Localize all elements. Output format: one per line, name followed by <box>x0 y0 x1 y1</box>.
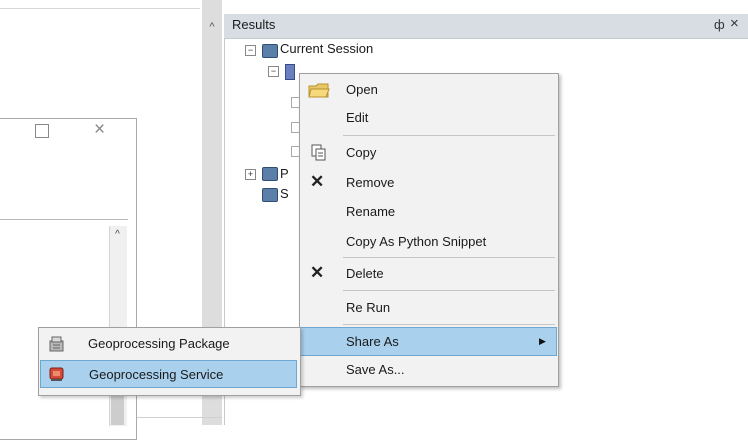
menu-label: Rename <box>346 204 396 219</box>
submenu-label: Geoprocessing Service <box>89 367 224 382</box>
copy-icon <box>311 144 327 165</box>
menu-label: Open <box>346 82 378 97</box>
menu-label: Share As <box>346 334 399 349</box>
collapse-toggle-icon[interactable]: − <box>268 66 279 77</box>
menu-separator <box>343 135 555 136</box>
menu-label: Delete <box>346 266 384 281</box>
menu-item-copy[interactable]: Copy <box>300 139 557 167</box>
maximize-icon[interactable] <box>35 124 49 138</box>
pin-icon[interactable]: ф <box>714 17 725 32</box>
menu-item-remove[interactable]: ✕ Remove <box>300 169 557 197</box>
submenu-item-geoprocessing-package[interactable]: Geoprocessing Package <box>40 330 297 358</box>
menu-item-copy-python-snippet[interactable]: Copy As Python Snippet <box>300 228 557 256</box>
menu-item-delete[interactable]: ✕ Delete <box>300 260 557 288</box>
remove-x-icon: ✕ <box>310 172 325 191</box>
session-icon <box>262 188 278 202</box>
menu-item-rerun[interactable]: Re Run <box>300 294 557 322</box>
menu-label: Re Run <box>346 300 391 315</box>
submenu-label: Geoprocessing Package <box>88 336 230 351</box>
tool-result-icon <box>285 64 295 80</box>
scroll-up-arrow-icon[interactable]: ^ <box>109 228 126 242</box>
menu-label: Remove <box>346 175 395 190</box>
menu-separator <box>343 257 555 258</box>
menu-label: Save As... <box>346 362 405 377</box>
menu-label: Edit <box>346 110 369 125</box>
scroll-up-arrow-icon[interactable]: ^ <box>202 18 222 36</box>
tree-item-p[interactable]: P <box>280 166 289 181</box>
submenu-item-geoprocessing-service[interactable]: Geoprocessing Service <box>40 360 297 388</box>
delete-x-icon: ✕ <box>310 263 325 282</box>
tree-item-current-session[interactable]: Current Session <box>280 41 373 56</box>
geoprocessing-package-icon <box>48 335 66 356</box>
geoprocessing-service-icon <box>48 365 66 386</box>
close-icon[interactable]: × <box>730 15 739 32</box>
menu-item-edit[interactable]: Edit <box>300 104 557 132</box>
menu-separator <box>343 290 555 291</box>
menu-item-open[interactable]: Open <box>300 76 557 104</box>
menu-item-rename[interactable]: Rename <box>300 198 557 226</box>
close-icon[interactable]: × <box>94 119 105 141</box>
session-icon <box>262 44 278 58</box>
menu-label: Copy As Python Snippet <box>346 234 487 249</box>
menu-label: Copy <box>346 145 377 160</box>
menu-item-save-as[interactable]: Save As... <box>300 356 557 384</box>
menu-item-share-as[interactable]: Share As ▶ <box>300 327 557 356</box>
left-pane-divider <box>0 8 200 9</box>
results-title: Results <box>232 17 276 32</box>
tree-item-s[interactable]: S <box>280 186 289 201</box>
collapse-toggle-icon[interactable]: − <box>245 45 256 56</box>
menu-separator <box>343 324 555 325</box>
expand-toggle-icon[interactable]: + <box>245 169 256 180</box>
session-icon <box>262 167 278 181</box>
submenu-arrow-icon: ▶ <box>539 336 546 346</box>
results-header <box>224 14 748 39</box>
open-folder-icon <box>308 81 330 102</box>
